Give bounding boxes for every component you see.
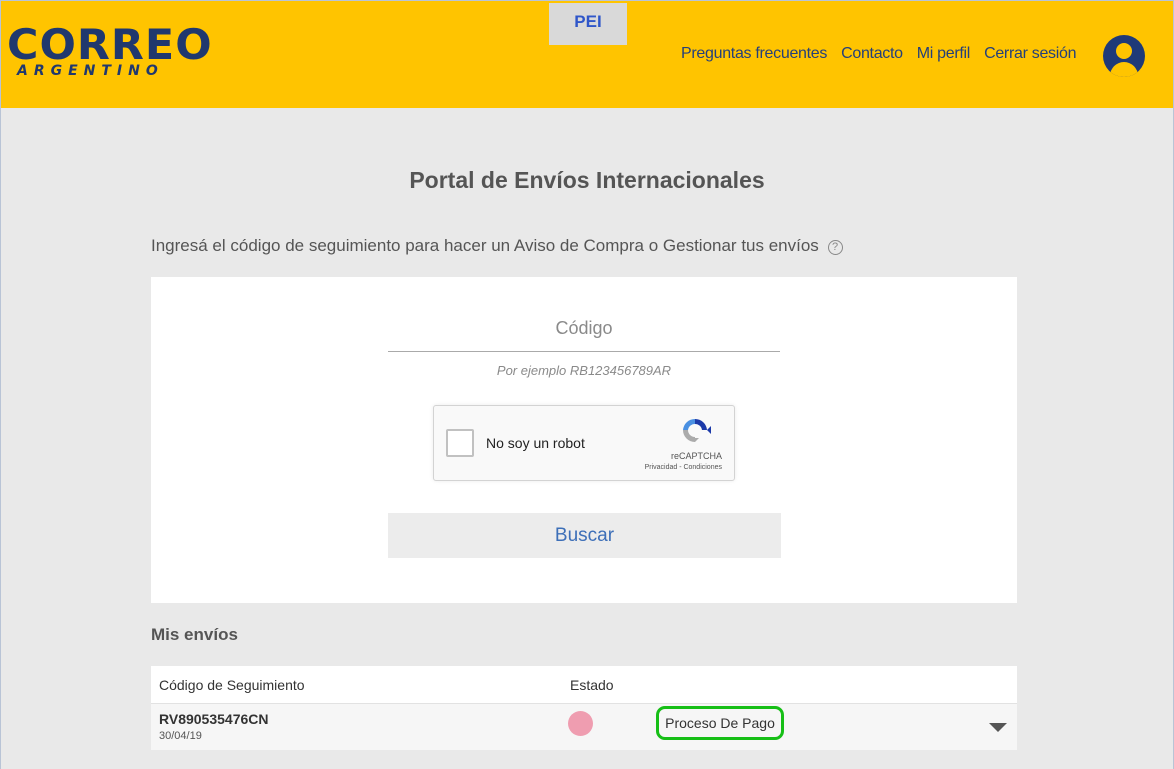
page-title: Portal de Envíos Internacionales [409,167,765,193]
nav-profile-link[interactable]: Mi perfil [917,45,971,63]
recaptcha-links[interactable]: Privacidad - Condiciones [645,464,722,471]
correo-argentino-logo[interactable]: CORREO ARGENTINO [7,24,212,79]
status-badge: Proceso De Pago [656,706,784,740]
instruction-text: Ingresá el código de seguimiento para ha… [151,236,819,255]
recaptcha-widget: No soy un robot reCAPTCHA Privacidad - C… [433,405,735,481]
logo-main-text: CORREO [7,20,213,69]
recaptcha-label: No soy un robot [486,435,585,451]
help-icon[interactable]: ? [827,240,843,255]
tracking-code: RV890535476CN [159,711,269,727]
my-shipments-title: Mis envíos [151,625,238,644]
column-header-tracking: Código de Seguimiento [159,677,305,693]
tracking-code-hint: Por ejemplo RB123456789AR [496,363,672,378]
pei-tab[interactable]: PEI [549,3,627,45]
chevron-down-icon[interactable] [989,723,1007,732]
table-header: Código de Seguimiento Estado [151,666,1017,704]
nav-faq-link[interactable]: Preguntas frecuentes [681,45,827,63]
nav-logout-link[interactable]: Cerrar sesión [984,45,1076,63]
column-header-status: Estado [570,677,614,693]
shipments-table: Código de Seguimiento Estado RV890535476… [151,666,1017,750]
recaptcha-brand: reCAPTCHA [670,451,722,461]
status-dot-icon [568,711,593,736]
recaptcha-checkbox[interactable] [446,429,474,457]
tracking-code-input[interactable] [388,305,780,352]
header-bar: CORREO ARGENTINO PEI Preguntas frecuente… [1,0,1173,108]
search-card: Por ejemplo RB123456789AR No soy un robo… [151,277,1017,603]
shipment-date: 30/04/19 [159,730,202,742]
user-avatar-icon[interactable] [1103,35,1145,77]
table-row[interactable]: RV890535476CN 30/04/19 Proceso De Pago [151,704,1017,750]
recaptcha-logo-icon [683,418,711,442]
nav-contact-link[interactable]: Contacto [841,45,903,63]
search-instruction: Ingresá el código de seguimiento para ha… [151,236,843,256]
top-nav: Preguntas frecuentes Contacto Mi perfil … [681,45,1090,63]
search-button[interactable]: Buscar [388,513,781,558]
